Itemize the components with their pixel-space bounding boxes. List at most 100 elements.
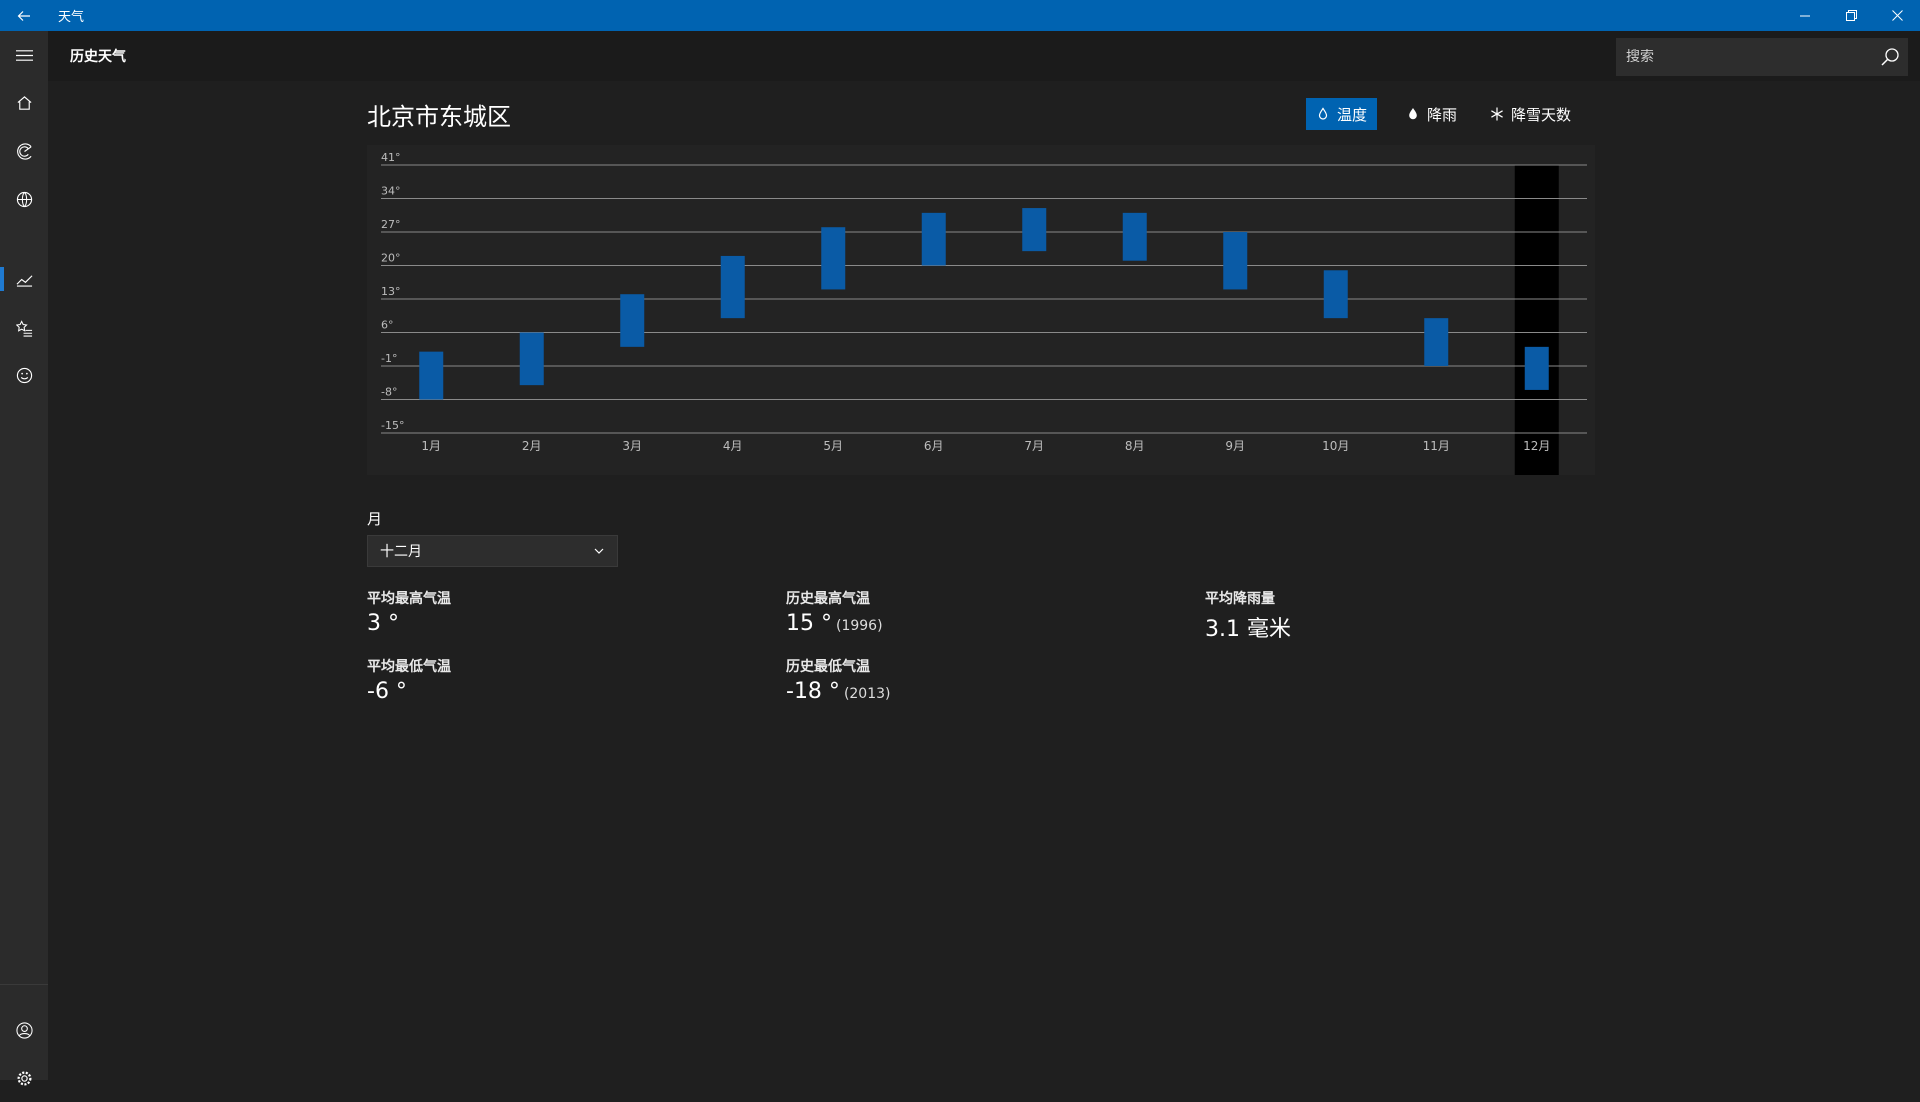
stat-record-high-year: (1996) — [836, 618, 883, 634]
app-title: 天气 — [58, 10, 85, 25]
search-input[interactable] — [1626, 49, 1866, 65]
temperature-bar — [1122, 212, 1147, 261]
x-tick-label: 2月 — [522, 439, 542, 453]
tab-rain[interactable]: 降雨 — [1396, 98, 1467, 130]
title-bar: 天气 — [0, 0, 1920, 31]
temperature-bar — [1323, 270, 1348, 319]
chart-canvas: 41° 34° 27° 20° 13° 6° -1° -8° -15° 1月 2月 3月 4月 5月 6月 7… — [381, 151, 1587, 475]
temperature-bar — [1524, 346, 1549, 390]
minimize-button[interactable] — [1782, 0, 1828, 31]
star-list-icon — [15, 319, 32, 337]
selected-month-highlight — [1514, 165, 1559, 475]
nav-favorites[interactable] — [0, 304, 48, 352]
temperature-bar — [1424, 318, 1449, 366]
stat-record-high-value: 15 ° — [786, 611, 832, 636]
stat-avg-rain: 平均降雨量 3.1 毫米 — [1205, 588, 1291, 643]
back-button[interactable] — [0, 0, 48, 31]
thermometer-icon — [1318, 107, 1328, 120]
close-button[interactable] — [1874, 0, 1920, 31]
temperature-bar — [519, 332, 544, 386]
temperature-bar — [921, 212, 946, 266]
raindrop-icon — [1409, 108, 1417, 120]
x-tick-label: 10月 — [1322, 439, 1349, 453]
temperature-bar — [1223, 232, 1248, 290]
month-dropdown[interactable]: 十二月 — [367, 535, 618, 567]
stat-avg-high-label: 平均最高气温 — [367, 591, 451, 607]
location-title: 北京市东城区 — [367, 103, 511, 131]
stat-record-low: 历史最低气温 -18 ° (2013) — [786, 656, 891, 704]
month-dropdown-value: 十二月 — [380, 544, 422, 560]
radar-icon — [16, 142, 32, 160]
page-title: 历史天气 — [70, 49, 126, 65]
nav-forecast[interactable] — [0, 79, 48, 127]
y-tick-label: 27° — [381, 218, 401, 231]
stat-record-high-label: 历史最高气温 — [786, 591, 870, 607]
settings-button[interactable] — [0, 1054, 48, 1102]
stat-avg-high-value: 3 ° — [367, 611, 399, 636]
hamburger-icon — [15, 49, 33, 61]
close-icon — [1891, 10, 1903, 21]
snowflake-icon — [1491, 107, 1503, 121]
home-icon — [17, 95, 31, 110]
stat-avg-rain-value: 3.1 毫米 — [1205, 617, 1291, 642]
stat-avg-low-value: -6 ° — [367, 679, 407, 704]
chevron-down-icon — [594, 548, 604, 554]
temperature-bar — [620, 294, 645, 347]
tab-rain-label: 降雨 — [1427, 105, 1458, 124]
x-tick-label: 9月 — [1225, 439, 1245, 453]
restore-icon — [1845, 10, 1857, 21]
user-icon — [15, 1021, 33, 1039]
restore-button[interactable] — [1828, 0, 1874, 31]
rail-separator — [0, 984, 48, 985]
minimize-icon — [1800, 15, 1810, 16]
stat-avg-rain-label: 平均降雨量 — [1205, 591, 1275, 607]
x-tick-label: 8月 — [1125, 439, 1145, 453]
stat-avg-low-label: 平均最低气温 — [367, 659, 451, 675]
nav-life[interactable] — [0, 351, 48, 399]
temperature-chart: 41° 34° 27° 20° 13° 6° -1° -8° -15° 1月 2月 3月 4月 5月 6月 7… — [367, 145, 1595, 475]
search-box[interactable] — [1616, 38, 1908, 76]
tab-snow-days[interactable]: 降雪天数 — [1480, 98, 1581, 130]
globe-icon — [16, 191, 32, 207]
nav-historical-weather[interactable] — [0, 255, 48, 303]
x-tick-label: 1月 — [421, 439, 441, 453]
stat-avg-low: 平均最低气温 -6 ° — [367, 656, 451, 704]
temperature-bar — [720, 255, 745, 319]
nav-maps[interactable] — [0, 175, 48, 223]
hamburger-menu-button[interactable] — [0, 31, 48, 79]
y-tick-label: 20° — [381, 252, 401, 265]
chart-line-icon — [16, 274, 32, 287]
y-tick-label: -1° — [381, 352, 397, 365]
x-tick-label: 7月 — [1024, 439, 1044, 453]
x-tick-label: 5月 — [823, 439, 843, 453]
temperature-bar — [821, 227, 846, 290]
page-header: 历史天气 — [48, 31, 1920, 81]
y-tick-label: -15° — [381, 419, 404, 432]
tab-temperature-label: 温度 — [1337, 105, 1368, 124]
back-arrow-icon — [17, 10, 30, 21]
x-tick-label: 12月 — [1523, 439, 1550, 453]
x-tick-label: 11月 — [1423, 439, 1450, 453]
x-tick-label: 6月 — [924, 439, 944, 453]
account-button[interactable] — [0, 1006, 48, 1054]
y-tick-label: 34° — [381, 185, 401, 198]
y-tick-label: -8° — [381, 386, 397, 399]
tab-snow-days-label: 降雪天数 — [1511, 105, 1572, 124]
gear-icon — [17, 1071, 31, 1085]
stat-record-low-year: (2013) — [843, 686, 891, 702]
stat-record-low-label: 历史最低气温 — [786, 659, 870, 675]
tab-temperature[interactable]: 温度 — [1306, 98, 1378, 130]
y-tick-label: 6° — [381, 319, 394, 332]
stat-avg-high: 平均最高气温 3 ° — [367, 588, 451, 636]
stat-record-high: 历史最高气温 15 ° (1996) — [786, 588, 883, 636]
x-tick-label: 3月 — [622, 439, 642, 453]
nav-radar[interactable] — [0, 127, 48, 175]
month-picker-label: 月 — [367, 510, 383, 528]
x-tick-label: 4月 — [723, 439, 743, 453]
y-tick-label: 13° — [381, 285, 401, 298]
search-icon[interactable] — [1880, 47, 1900, 67]
navigation-rail — [0, 31, 48, 1085]
temperature-bar — [1022, 208, 1047, 252]
y-tick-label: 41° — [381, 151, 401, 164]
temperature-bar — [419, 351, 444, 400]
